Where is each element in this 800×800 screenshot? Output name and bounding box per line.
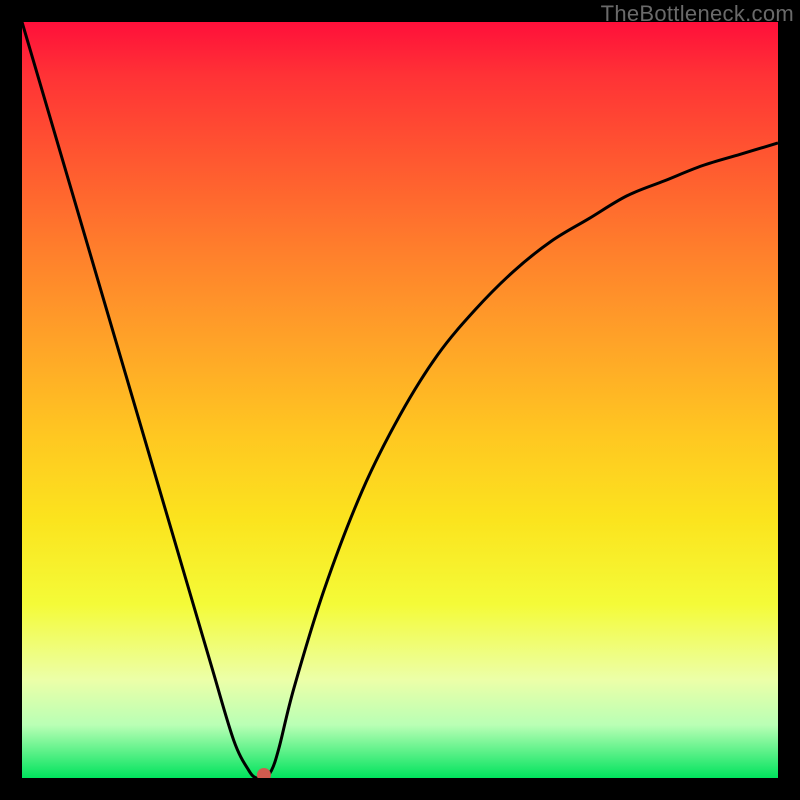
chart-frame: TheBottleneck.com bbox=[0, 0, 800, 800]
watermark-text: TheBottleneck.com bbox=[601, 1, 794, 27]
marker-dot bbox=[257, 768, 271, 778]
bottleneck-curve bbox=[22, 22, 778, 778]
chart-svg bbox=[22, 22, 778, 778]
chart-plot-area bbox=[22, 22, 778, 778]
